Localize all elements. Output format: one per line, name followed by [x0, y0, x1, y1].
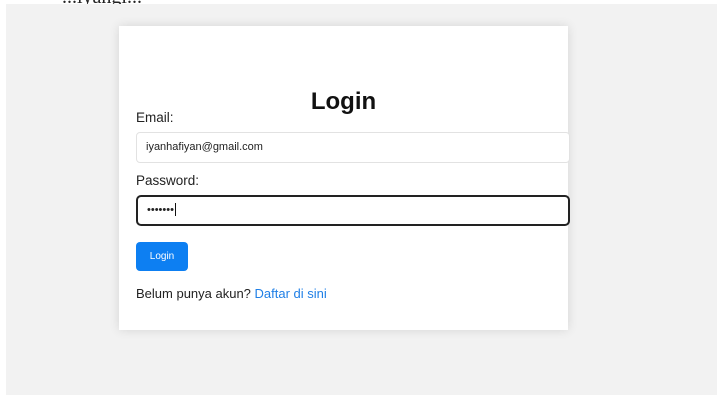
password-field[interactable]: ••••••• — [136, 195, 570, 226]
password-label: Password: — [136, 173, 200, 188]
email-label: Email: — [136, 110, 174, 125]
page-title: Login — [310, 88, 377, 115]
login-button[interactable]: Login — [136, 242, 188, 271]
register-prompt-line: Belum punya akun? Daftar di sini — [136, 286, 327, 302]
password-field-value: ••••••• — [147, 204, 174, 216]
text-caret — [174, 202, 176, 216]
email-field[interactable]: iyanhafiyan@gmail.com — [136, 132, 570, 163]
page: ...iyangl... Login Email: iyanhafiyan@gm… — [0, 0, 717, 398]
register-link[interactable]: Daftar di sini — [255, 286, 327, 301]
email-field-value: iyanhafiyan@gmail.com — [146, 141, 263, 153]
register-prompt: Belum punya akun? — [136, 286, 251, 301]
